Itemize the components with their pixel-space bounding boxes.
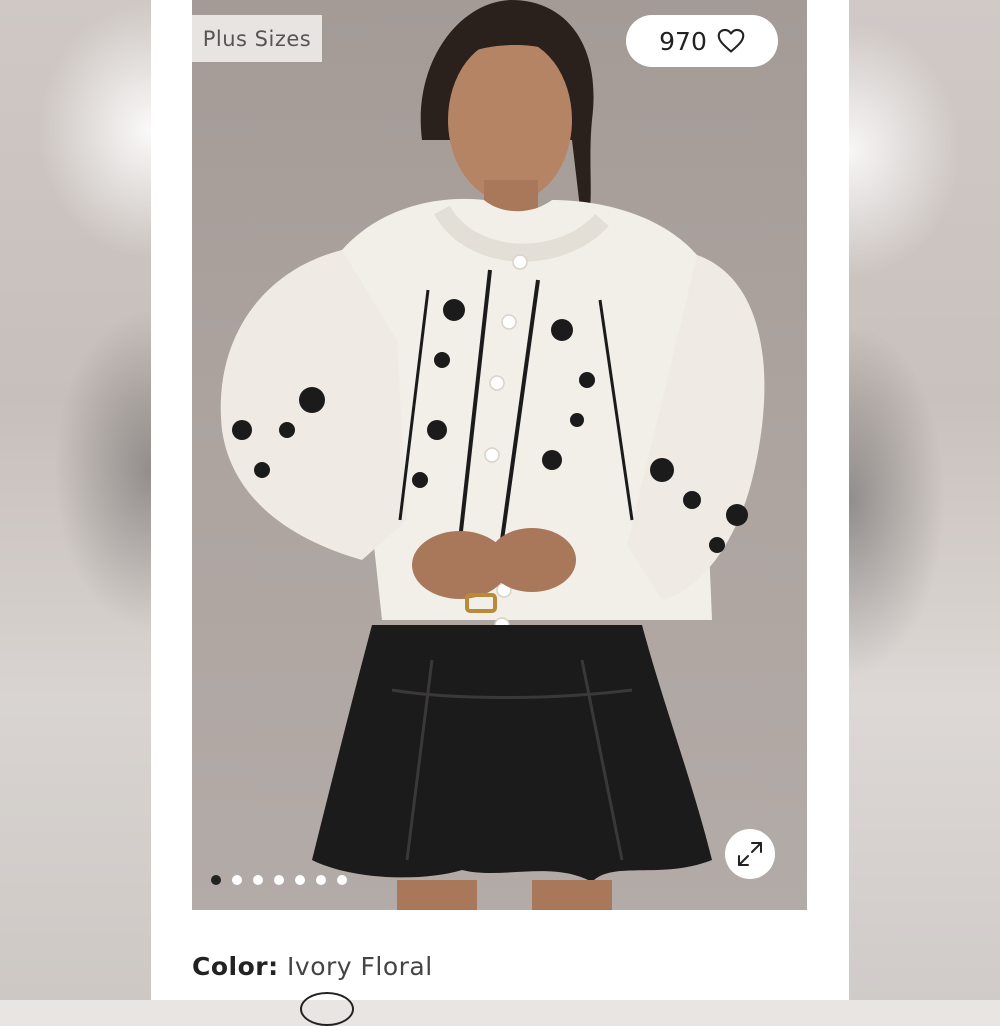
gallery-dot[interactable]: [316, 875, 326, 885]
gallery-dot[interactable]: [337, 875, 347, 885]
plus-sizes-label: Plus Sizes: [202, 26, 312, 51]
favorite-count: 970: [659, 26, 707, 56]
color-swatch[interactable]: [300, 992, 354, 1026]
expand-image-button[interactable]: [725, 829, 775, 879]
gallery-dot[interactable]: [232, 875, 242, 885]
gallery-dot[interactable]: [295, 875, 305, 885]
background-blur-left: [0, 0, 151, 1000]
plus-sizes-badge: Plus Sizes: [192, 15, 322, 62]
expand-arrows-icon: [738, 842, 762, 866]
heart-outline-icon: [717, 28, 745, 53]
product-image-gallery[interactable]: [192, 0, 807, 910]
product-photo: [220, 0, 765, 910]
favorite-button[interactable]: 970: [626, 15, 778, 67]
gallery-pagination: [211, 875, 347, 885]
color-value: Ivory Floral: [287, 952, 433, 981]
gallery-dot[interactable]: [211, 875, 221, 885]
product-color: Color: Ivory Floral: [192, 952, 433, 981]
background-blur-right: [849, 0, 1000, 1000]
color-label: Color:: [192, 952, 279, 981]
gallery-dot[interactable]: [253, 875, 263, 885]
gallery-dot[interactable]: [274, 875, 284, 885]
